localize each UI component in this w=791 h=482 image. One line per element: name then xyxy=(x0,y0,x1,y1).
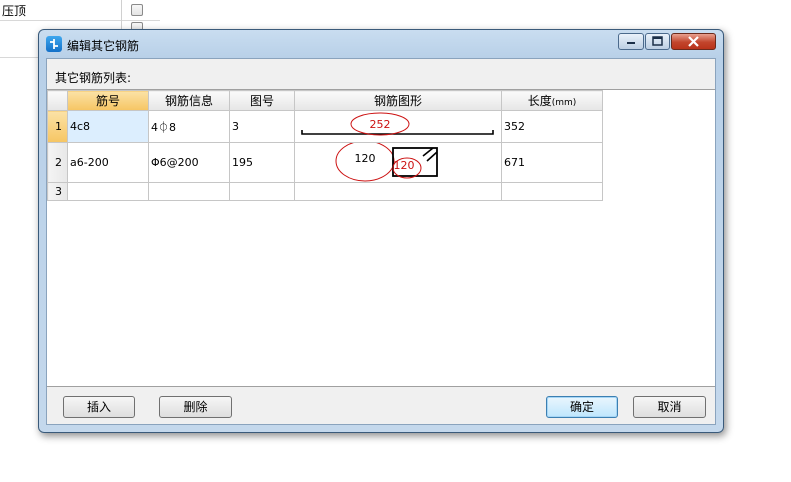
close-icon xyxy=(688,36,699,47)
background-checkbox[interactable] xyxy=(131,4,143,16)
cell-length[interactable]: 352 xyxy=(501,110,603,143)
straight-bar-shape xyxy=(301,130,494,135)
background-row-label: 压顶 xyxy=(2,4,27,18)
shape-dimension-label-a: 120 xyxy=(355,152,376,165)
stirrup-hook xyxy=(422,147,438,162)
row-header[interactable]: 1 xyxy=(47,110,68,143)
cell-info[interactable]: 4⏀8 xyxy=(148,110,230,143)
cell-fig-no[interactable]: 195 xyxy=(229,142,295,183)
cell-bar-no[interactable] xyxy=(67,182,149,201)
table-row[interactable]: 2 a6-200 Φ6@200 195 120 120 671 xyxy=(47,142,603,183)
rebar-shape-drawing: 252 xyxy=(301,112,494,136)
cell-fig-no[interactable] xyxy=(229,182,295,201)
table-row[interactable]: 3 xyxy=(47,182,603,201)
row-header[interactable]: 3 xyxy=(47,182,68,201)
rebar-table: 筋号 钢筋信息 图号 钢筋图形 长度(mm) 1 4c8 4⏀8 3 252 3… xyxy=(47,90,603,201)
column-header-shape[interactable]: 钢筋图形 xyxy=(294,90,502,111)
minimize-icon xyxy=(627,42,635,44)
table-header-row: 筋号 钢筋信息 图号 钢筋图形 长度(mm) xyxy=(47,90,603,111)
column-header-bar-no[interactable]: 筋号 xyxy=(67,90,149,111)
edit-other-rebar-dialog: 编辑其它钢筋 其它钢筋列表: 筋号 钢筋信息 图号 钢筋图形 长度(mm) 1 … xyxy=(38,29,724,433)
shape-dimension-label-b: 120 xyxy=(394,159,415,172)
table-row[interactable]: 1 4c8 4⏀8 3 252 352 xyxy=(47,110,603,143)
column-header-info[interactable]: 钢筋信息 xyxy=(148,90,230,111)
rebar-shape-drawing: 120 120 xyxy=(335,143,438,182)
column-header-length[interactable]: 长度(mm) xyxy=(501,90,603,111)
dialog-client-area: 其它钢筋列表: 筋号 钢筋信息 图号 钢筋图形 长度(mm) 1 4c8 4⏀8… xyxy=(46,58,716,425)
cancel-button[interactable]: 取消 xyxy=(633,396,706,418)
shape-dimension-label: 252 xyxy=(370,118,391,131)
cell-bar-no[interactable]: 4c8 xyxy=(67,110,149,143)
cell-fig-no[interactable]: 3 xyxy=(229,110,295,143)
maximize-icon xyxy=(652,36,663,46)
column-header-fig-no[interactable]: 图号 xyxy=(229,90,295,111)
cell-shape[interactable]: 252 xyxy=(294,110,502,143)
app-icon xyxy=(46,36,62,52)
dialog-title: 编辑其它钢筋 xyxy=(67,39,140,53)
rebar-grid-area: 筋号 钢筋信息 图号 钢筋图形 长度(mm) 1 4c8 4⏀8 3 252 3… xyxy=(47,89,715,387)
rebar-list-label: 其它钢筋列表: xyxy=(55,71,132,85)
maximize-button[interactable] xyxy=(645,33,670,50)
insert-button[interactable]: 插入 xyxy=(63,396,135,418)
cell-info[interactable]: Φ6@200 xyxy=(148,142,230,183)
cell-length[interactable] xyxy=(501,182,603,201)
close-button[interactable] xyxy=(671,33,716,50)
cell-shape[interactable]: 120 120 xyxy=(294,142,502,183)
row-header[interactable]: 2 xyxy=(47,142,68,183)
title-bar[interactable]: 编辑其它钢筋 xyxy=(39,30,723,58)
minimize-button[interactable] xyxy=(618,33,644,50)
cell-length[interactable]: 671 xyxy=(501,142,603,183)
corner-header[interactable] xyxy=(47,90,68,111)
cell-info[interactable] xyxy=(148,182,230,201)
delete-button[interactable]: 删除 xyxy=(159,396,232,418)
length-unit: (mm) xyxy=(551,98,577,108)
cell-bar-no[interactable]: a6-200 xyxy=(67,142,149,183)
length-header-label: 长度 xyxy=(527,94,552,108)
cell-shape[interactable] xyxy=(294,182,502,201)
ok-button[interactable]: 确定 xyxy=(546,396,618,418)
